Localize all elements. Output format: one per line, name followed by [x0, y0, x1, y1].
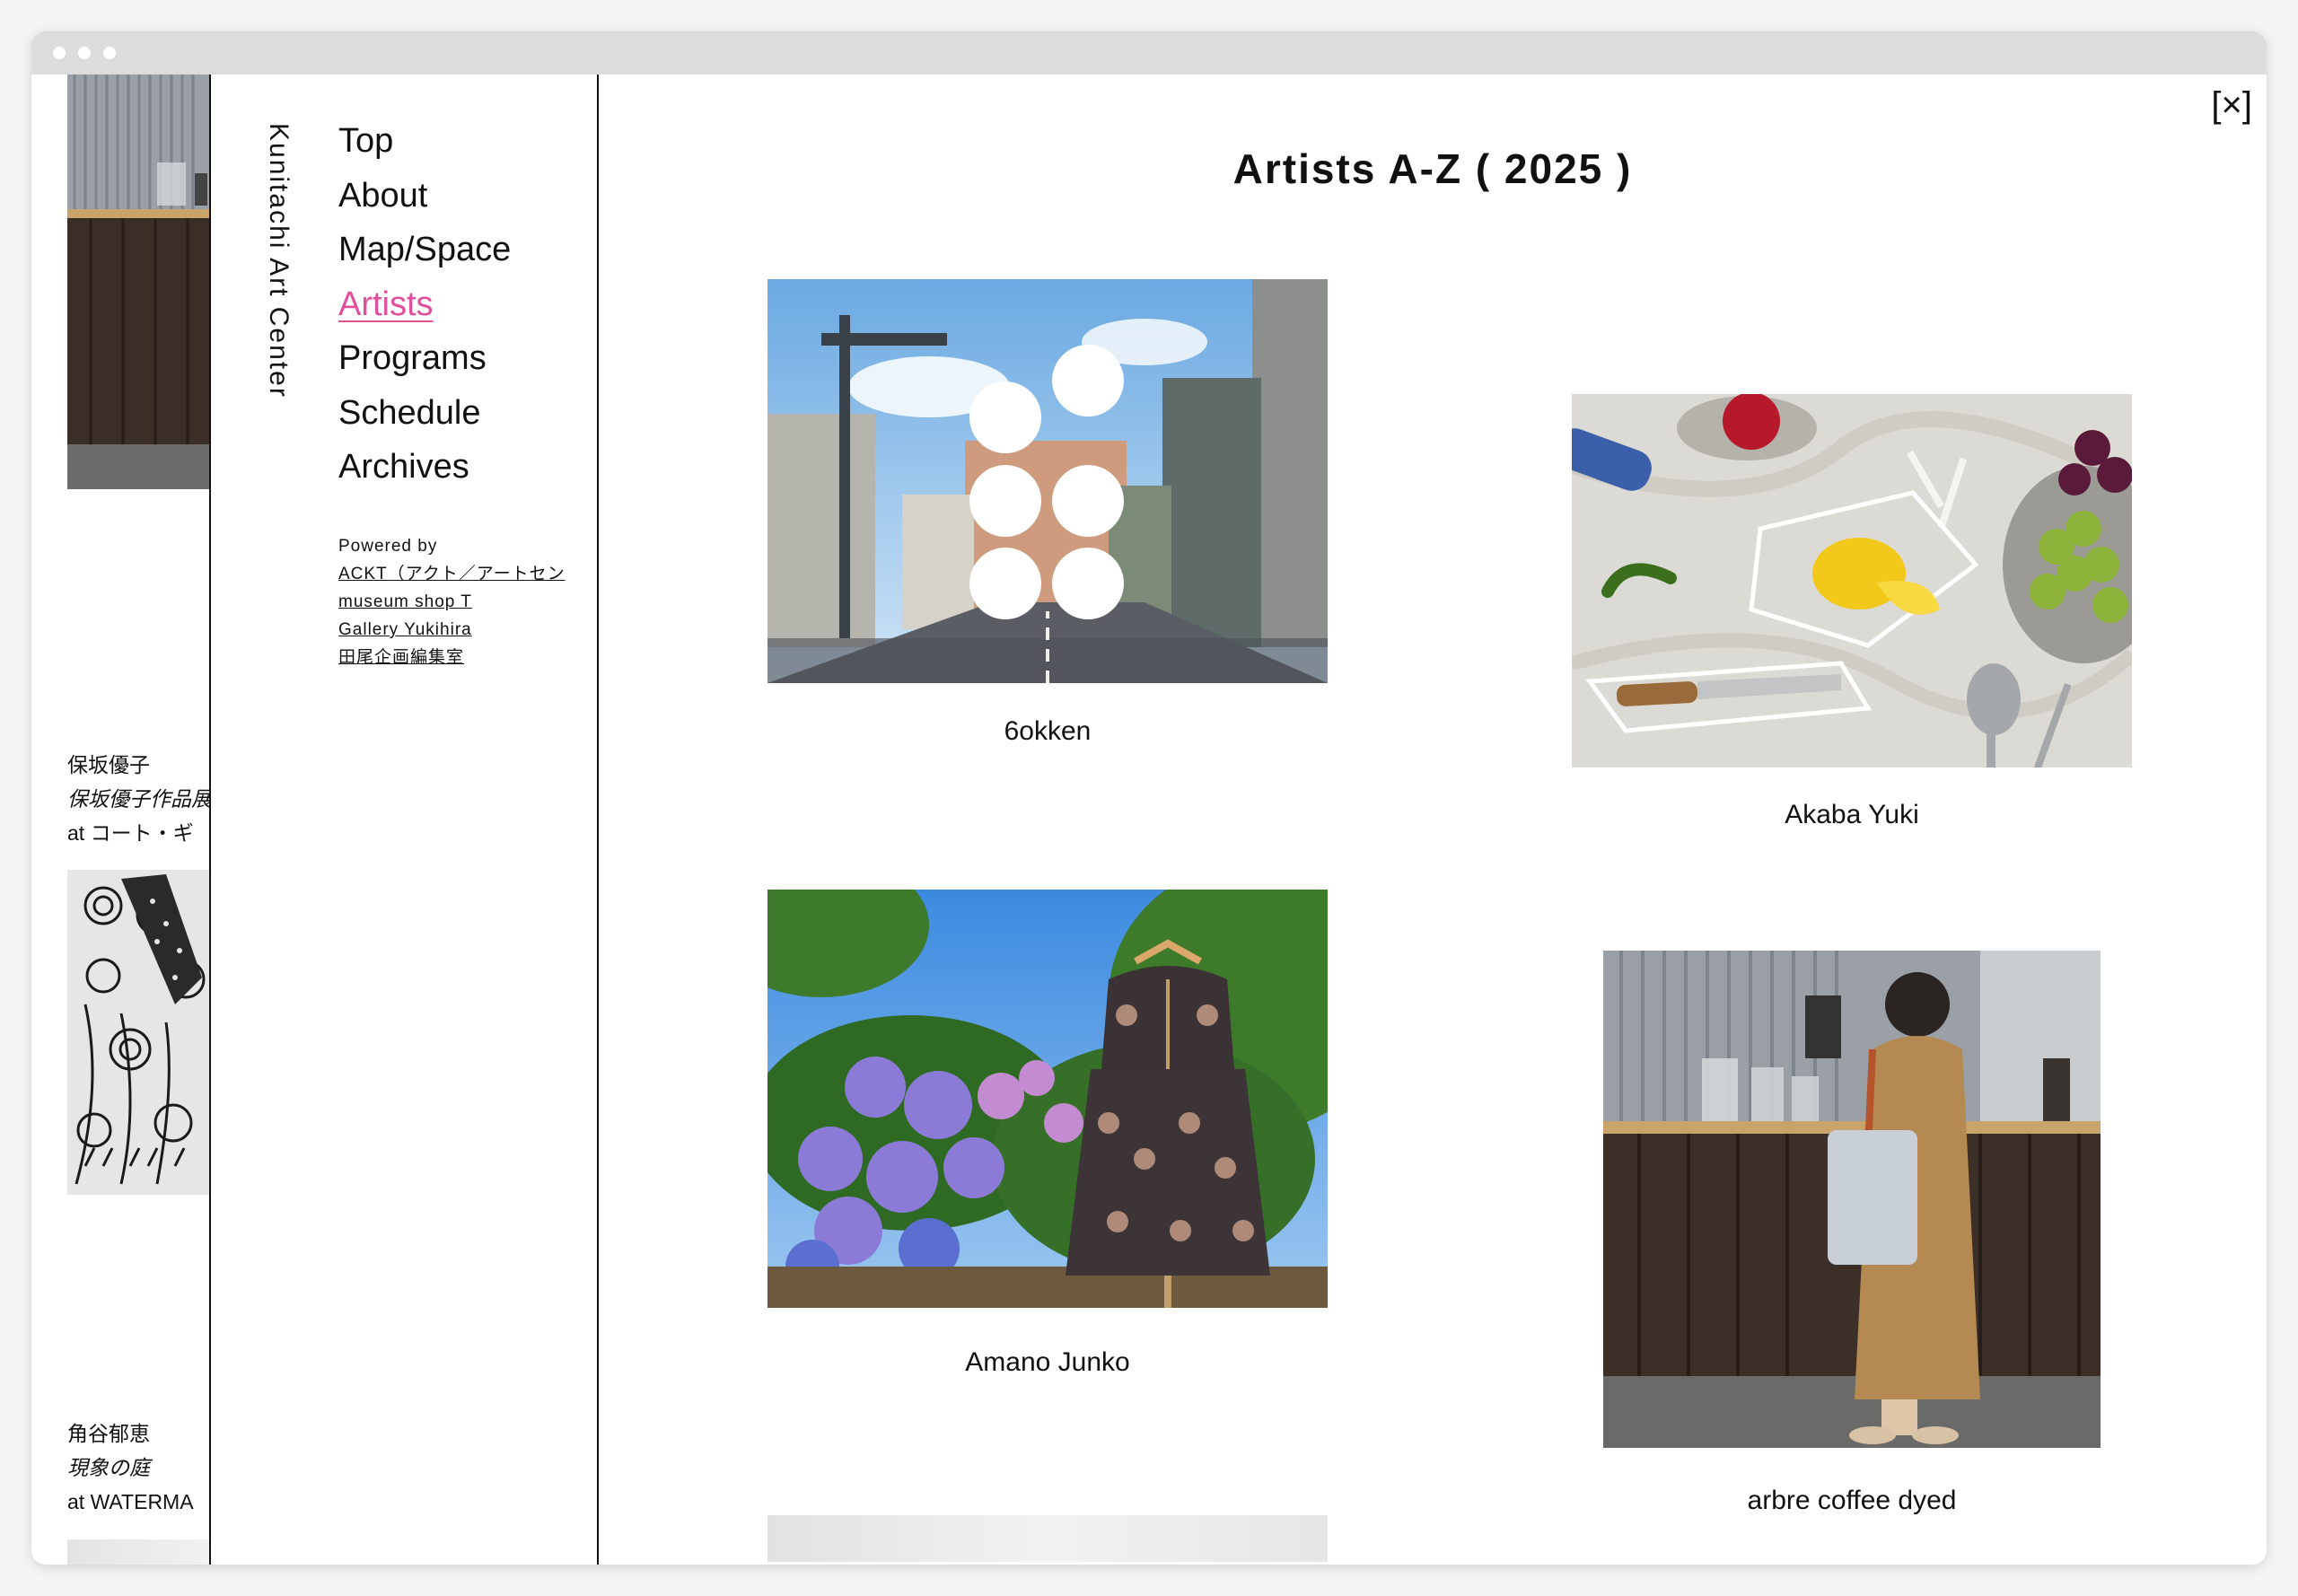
nav-item-artists[interactable]: Artists [338, 277, 511, 332]
background-event-image[interactable] [67, 870, 211, 1195]
page-title: Artists A-Z ( 2025 ) [1232, 145, 1633, 192]
event-title: 現象の庭 [67, 1456, 150, 1479]
nav-item-archives[interactable]: Archives [338, 440, 511, 495]
powered-by: Powered by ACKT（アクト／アートセン museum shop T … [338, 532, 566, 671]
browser-window: 保坂優子 保坂優子作品展 at コート・ギ 角谷郁恵 現象の庭 at WATER… [31, 31, 2267, 1565]
artist-card[interactable]: Akaba Yuki [1572, 394, 2132, 852]
background-event-image[interactable] [67, 1539, 211, 1565]
artist-name[interactable]: Amano Junko [767, 1347, 1328, 1378]
artist-name[interactable]: 6okken [767, 716, 1328, 747]
sponsor-link-ackt[interactable]: ACKT（アクト／アートセン [338, 560, 566, 588]
artist-name[interactable]: Akaba Yuki [1572, 800, 2132, 830]
navigation-panel: Kunitachi Art Center Top About Map/Space… [209, 75, 599, 1565]
viewport: 保坂優子 保坂優子作品展 at コート・ギ 角谷郁恵 現象の庭 at WATER… [31, 75, 2267, 1565]
artist-image[interactable] [767, 1515, 1328, 1562]
background-event-info[interactable]: 角谷郁恵 現象の庭 at WATERMA [67, 1416, 211, 1519]
sponsor-link-museum-shop-t[interactable]: museum shop T [338, 588, 566, 616]
sponsor-link-tao-kikaku[interactable]: 田尾企画編集室 [338, 644, 566, 671]
close-button[interactable]: [×] [2211, 85, 2252, 126]
window-control-dot[interactable] [78, 47, 91, 59]
artist-name[interactable]: arbre coffee dyed [1603, 1486, 2101, 1516]
title-bar [31, 31, 2267, 75]
artist-image[interactable] [1572, 394, 2132, 767]
window-control-dot[interactable] [53, 47, 66, 59]
sponsor-link-gallery-yukihira[interactable]: Gallery Yukihira [338, 616, 566, 644]
event-artist: 角谷郁恵 [67, 1422, 150, 1445]
background-event-info[interactable]: 保坂優子 保坂優子作品展 at コート・ギ [67, 748, 211, 850]
site-title[interactable]: Kunitachi Art Center [263, 123, 294, 399]
artist-card[interactable]: Amano Junko [767, 890, 1328, 1379]
main-menu: Top About Map/Space Artists Programs Sch… [338, 114, 511, 495]
nav-item-schedule[interactable]: Schedule [338, 386, 511, 441]
artist-image[interactable] [767, 279, 1328, 683]
background-page: 保坂優子 保坂優子作品展 at コート・ギ 角谷郁恵 現象の庭 at WATER… [31, 75, 211, 1565]
background-event-image[interactable] [67, 75, 211, 489]
event-venue: at WATERMA [67, 1490, 194, 1513]
artist-card[interactable]: arbre coffee dyed [1603, 951, 2101, 1516]
artist-card[interactable] [767, 1515, 1328, 1562]
nav-item-map-space[interactable]: Map/Space [338, 223, 511, 277]
powered-by-label: Powered by [338, 537, 438, 556]
event-title: 保坂優子作品展 [67, 787, 211, 811]
event-artist: 保坂優子 [67, 753, 150, 776]
artist-card[interactable]: 6okken [767, 279, 1328, 764]
artist-image[interactable] [1603, 951, 2101, 1448]
artists-overlay: [×] Artists A-Z ( 2025 ) 6okken Akaba Yu… [599, 75, 2267, 1565]
artist-image[interactable] [767, 890, 1328, 1308]
event-venue: at コート・ギ [67, 821, 194, 845]
nav-item-about[interactable]: About [338, 169, 511, 224]
nav-item-top[interactable]: Top [338, 114, 511, 169]
nav-item-programs[interactable]: Programs [338, 331, 511, 386]
window-control-dot[interactable] [103, 47, 116, 59]
